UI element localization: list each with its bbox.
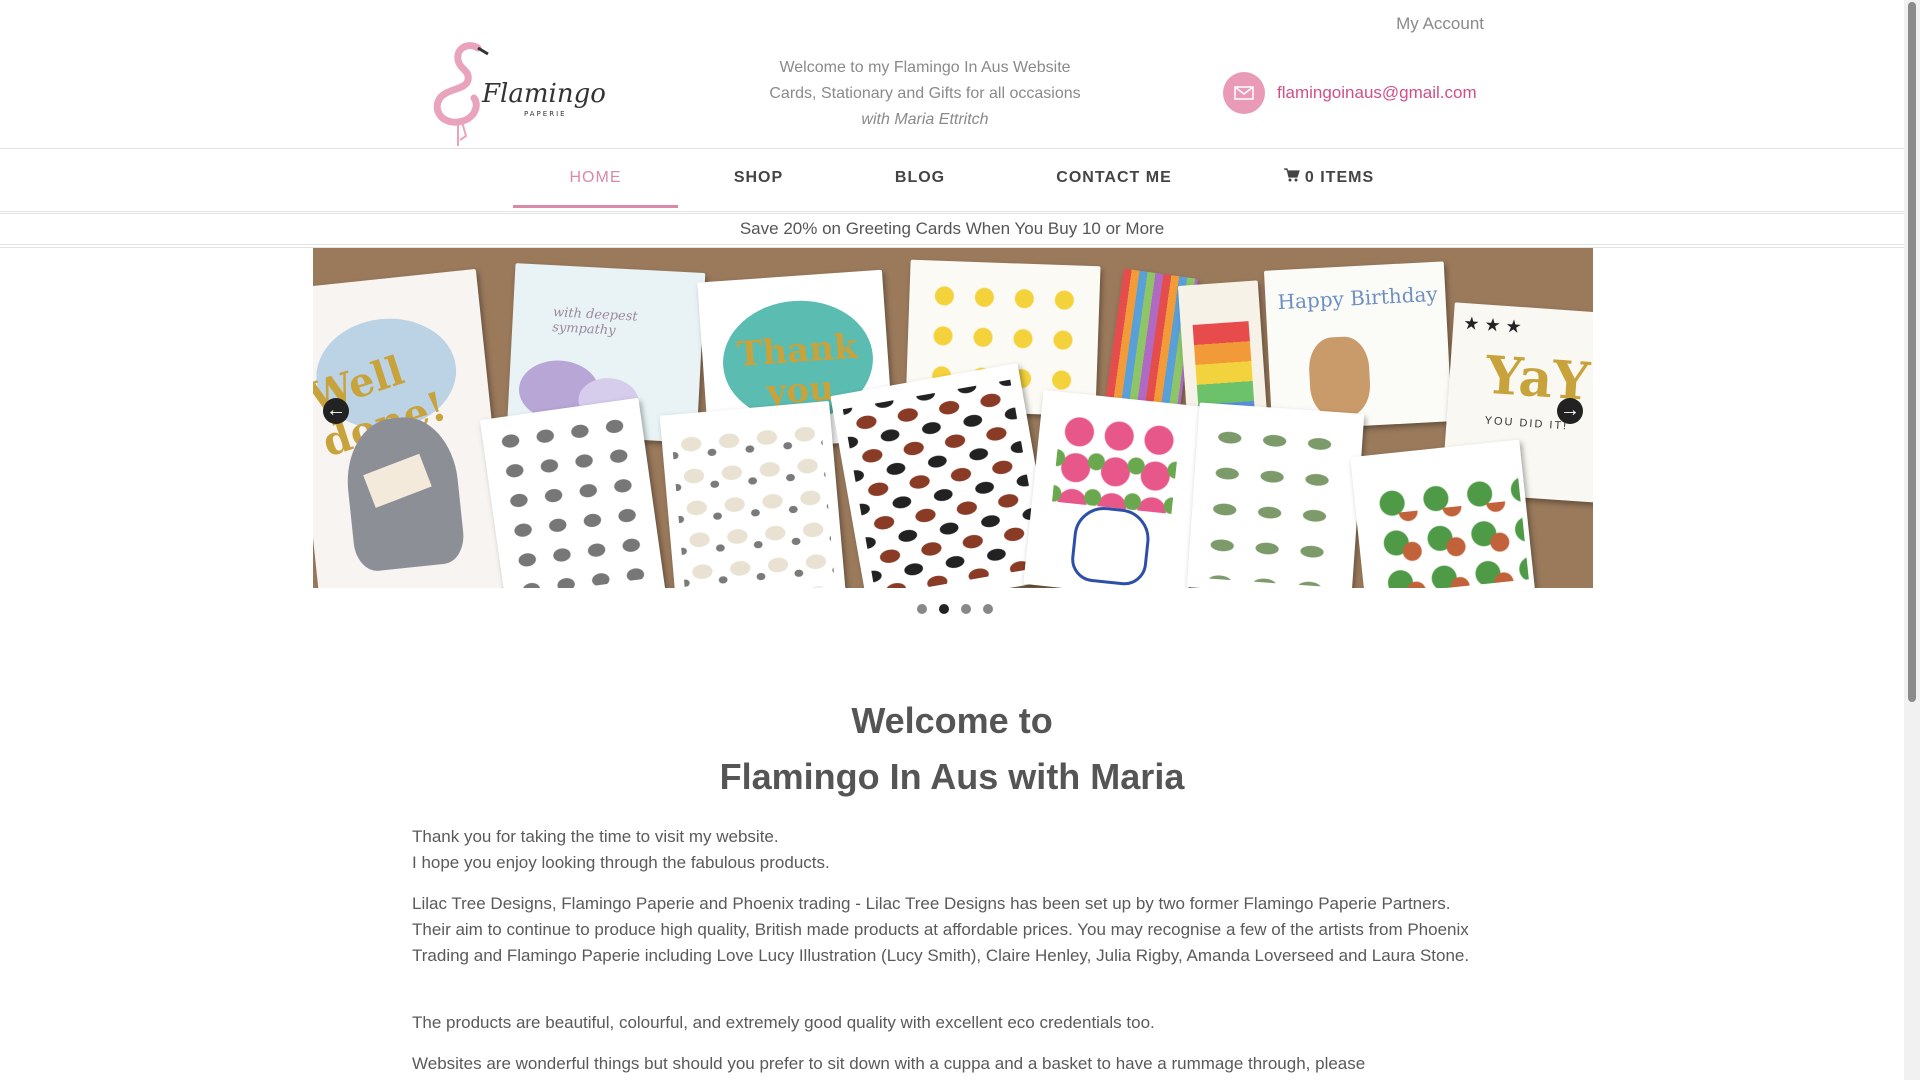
card-well-done: Well done! (313, 268, 510, 588)
tagline-line2: Cards, Stationary and Gifts for all occa… (769, 85, 1081, 102)
card-sheep (659, 400, 847, 588)
svg-text:PAPERIE: PAPERIE (524, 110, 567, 118)
card-flowers (1023, 389, 1208, 588)
about-paragraph: Lilac Tree Designs, Flamingo Paperie and… (412, 894, 1470, 965)
slider-dots (911, 604, 999, 614)
my-account-link[interactable]: My Account (1396, 14, 1484, 34)
card-birthday-text: Happy Birthday (1276, 281, 1439, 315)
card-dinosaurs (1186, 402, 1365, 588)
email-link[interactable]: flamingoinaus@gmail.com (1277, 83, 1477, 103)
welcome-heading: Welcome to (851, 700, 1053, 741)
envelope-icon (1223, 72, 1265, 114)
slider-dot[interactable] (939, 604, 949, 614)
hero-slider[interactable]: Well done! with deepest sympathy Thank y… (313, 248, 1593, 588)
page: My Account Flamingo PAPERIE Welcome to m… (0, 0, 1904, 1080)
cart-count-label: 0 ITEMS (1304, 169, 1375, 187)
intro-line2: I hope you enjoy looking through the fab… (412, 853, 830, 872)
nav-cart[interactable]: 0 ITEMS (1260, 149, 1398, 205)
slider-prev-arrow[interactable]: ← (323, 398, 349, 424)
slider-dot[interactable] (983, 604, 993, 614)
email-contact: flamingoinaus@gmail.com (1223, 72, 1477, 114)
cart-icon (1283, 149, 1300, 207)
quality-paragraph: The products are beautiful, colourful, a… (412, 1013, 1155, 1032)
catalogue-paragraph: Websites are wonderful things but should… (412, 1054, 1366, 1073)
tagline-line3: with Maria Ettritch (861, 111, 989, 128)
intro-line1: Thank you for taking the time to visit m… (412, 827, 779, 846)
main-nav: HOME SHOP BLOG CONTACT ME 0 ITEMS (0, 148, 1904, 212)
slider-dot[interactable] (961, 604, 971, 614)
slider-next-arrow[interactable]: → (1557, 398, 1583, 424)
slider-dot[interactable] (917, 604, 927, 614)
page-scrollbar[interactable] (1904, 0, 1920, 1080)
card-plants (1350, 439, 1536, 588)
flamingo-logo[interactable]: Flamingo PAPERIE (418, 40, 628, 148)
promo-banner: Save 20% on Greeting Cards When You Buy … (0, 213, 1904, 245)
card-happy-birthday: Happy Birthday (1263, 261, 1453, 431)
nav-blog[interactable]: BLOG (866, 149, 974, 205)
intro-paragraph: Thank you for taking the time to visit m… (412, 824, 1472, 876)
nav-contact-me[interactable]: CONTACT ME (1032, 149, 1196, 205)
nav-shop[interactable]: SHOP (706, 149, 811, 205)
welcome-subheading: Flamingo In Aus with Maria (719, 756, 1185, 797)
tagline-line1: Welcome to my Flamingo In Aus Website (779, 59, 1071, 76)
card-cows (830, 363, 1056, 588)
logo-script-text: Flamingo (481, 79, 606, 109)
header-tagline: Welcome to my Flamingo In Aus Website Ca… (740, 55, 1110, 133)
card-chickens (479, 397, 667, 588)
nav-home[interactable]: HOME (513, 149, 678, 208)
card-you-did-it-text: YOU DID IT! (1484, 414, 1569, 433)
card-sympathy-text: with deepest sympathy (551, 305, 638, 339)
scrollbar-thumb[interactable] (1908, 2, 1916, 702)
